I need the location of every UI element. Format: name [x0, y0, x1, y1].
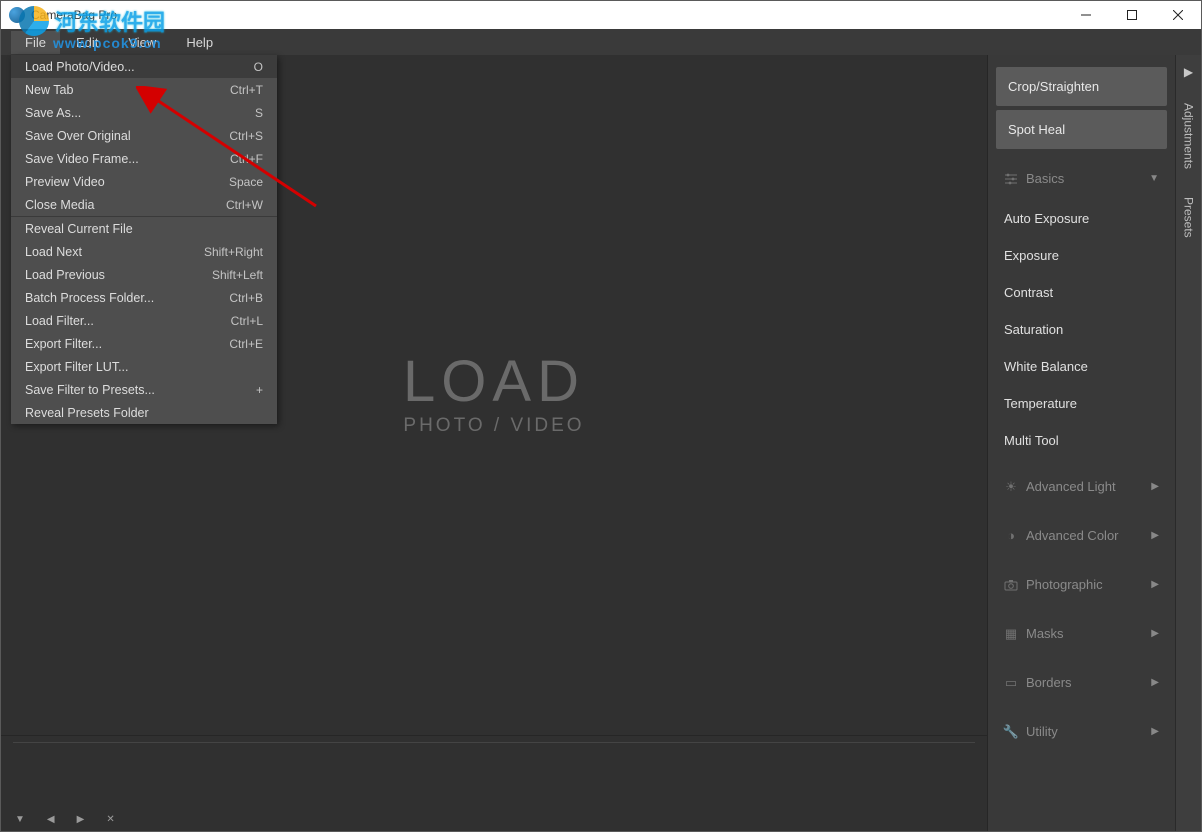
- file-load-filter[interactable]: Load Filter...Ctrl+L: [11, 309, 277, 332]
- file-menu-dropdown: Load Photo/Video...O New TabCtrl+T Save …: [11, 55, 277, 424]
- basics-auto-exposure[interactable]: Auto Exposure: [996, 202, 1167, 235]
- file-save-video-frame[interactable]: Save Video Frame...Ctrl+F: [11, 147, 277, 170]
- group-masks[interactable]: ▦ Masks ▶: [996, 614, 1167, 653]
- chevron-right-icon: ▶: [1151, 677, 1159, 688]
- chevron-down-icon[interactable]: ▼: [15, 814, 25, 825]
- chevron-down-icon: ▼: [1149, 173, 1159, 184]
- window-controls: [1063, 1, 1201, 29]
- bottom-controls: ▼ ◀ ▶ ✕: [1, 807, 987, 831]
- vtab-adjustments[interactable]: Adjustments: [1182, 89, 1196, 183]
- placeholder-small: PHOTO / VIDEO: [403, 415, 585, 437]
- border-icon: ▭: [1004, 676, 1018, 690]
- group-borders[interactable]: ▭ Borders ▶: [996, 663, 1167, 702]
- group-basics[interactable]: Basics ▼: [996, 159, 1167, 198]
- group-photographic[interactable]: Photographic ▶: [996, 565, 1167, 604]
- group-basics-label: Basics: [1026, 171, 1064, 186]
- file-export-filter-lut[interactable]: Export Filter LUT...: [11, 355, 277, 378]
- crop-straighten-button[interactable]: Crop/Straighten: [996, 67, 1167, 106]
- canvas-placeholder: LOAD PHOTO / VIDEO: [403, 353, 585, 437]
- minimize-button[interactable]: [1063, 1, 1109, 29]
- bottom-strip: ▼ ◀ ▶ ✕: [1, 735, 987, 831]
- filmstrip-area[interactable]: [13, 742, 975, 807]
- chevron-right-icon: ▶: [1151, 481, 1159, 492]
- file-export-filter[interactable]: Export Filter...Ctrl+E: [11, 332, 277, 355]
- chevron-right-icon[interactable]: ▶: [77, 814, 85, 825]
- chevron-right-icon: ▶: [1151, 530, 1159, 541]
- basics-white-balance[interactable]: White Balance: [996, 350, 1167, 383]
- group-utility[interactable]: 🔧 Utility ▶: [996, 712, 1167, 751]
- menu-edit[interactable]: Edit: [62, 31, 112, 54]
- maximize-button[interactable]: [1109, 1, 1155, 29]
- vertical-tabs: ▶ Adjustments Presets: [1175, 55, 1201, 831]
- file-close-media[interactable]: Close MediaCtrl+W: [11, 193, 277, 216]
- group-advanced-color[interactable]: ◑ Advanced Color ▶: [996, 516, 1167, 555]
- camera-icon: [1004, 578, 1018, 592]
- group-photographic-label: Photographic: [1026, 577, 1103, 592]
- group-borders-label: Borders: [1026, 675, 1072, 690]
- file-save-as[interactable]: Save As...S: [11, 101, 277, 124]
- spot-heal-button[interactable]: Spot Heal: [996, 110, 1167, 149]
- basics-contrast[interactable]: Contrast: [996, 276, 1167, 309]
- basics-exposure[interactable]: Exposure: [996, 239, 1167, 272]
- file-save-over-original[interactable]: Save Over OriginalCtrl+S: [11, 124, 277, 147]
- window-title: CameraBag Pro: [31, 8, 117, 22]
- basics-multi-tool[interactable]: Multi Tool: [996, 424, 1167, 457]
- menu-view[interactable]: View: [114, 31, 170, 54]
- close-button[interactable]: [1155, 1, 1201, 29]
- file-load-previous[interactable]: Load PreviousShift+Left: [11, 263, 277, 286]
- chevron-right-icon: ▶: [1151, 726, 1159, 737]
- placeholder-big: LOAD: [403, 353, 585, 411]
- chevron-left-icon[interactable]: ◀: [47, 814, 55, 825]
- grid-icon: ▦: [1004, 627, 1018, 641]
- basics-saturation[interactable]: Saturation: [996, 313, 1167, 346]
- file-batch-process[interactable]: Batch Process Folder...Ctrl+B: [11, 286, 277, 309]
- menu-help[interactable]: Help: [172, 31, 227, 54]
- file-save-filter-presets[interactable]: Save Filter to Presets...+: [11, 378, 277, 401]
- file-load-next[interactable]: Load NextShift+Right: [11, 240, 277, 263]
- file-load-photo-video[interactable]: Load Photo/Video...O: [11, 55, 277, 78]
- wrench-icon: 🔧: [1004, 725, 1018, 739]
- titlebar: CameraBag Pro: [1, 1, 1201, 29]
- collapse-arrow-icon[interactable]: ▶: [1184, 55, 1193, 89]
- file-new-tab[interactable]: New TabCtrl+T: [11, 78, 277, 101]
- group-masks-label: Masks: [1026, 626, 1064, 641]
- chevron-right-icon: ▶: [1151, 579, 1159, 590]
- file-preview-video[interactable]: Preview VideoSpace: [11, 170, 277, 193]
- menubar: File Edit View Help: [1, 29, 1201, 55]
- file-reveal-current[interactable]: Reveal Current File: [11, 217, 277, 240]
- side-panel: Crop/Straighten Spot Heal Basics ▼ Auto …: [987, 55, 1175, 831]
- app-icon: [9, 7, 25, 23]
- group-advanced-light[interactable]: ☀ Advanced Light ▶: [996, 467, 1167, 506]
- chevron-right-icon: ▶: [1151, 628, 1159, 639]
- sliders-icon: [1004, 172, 1018, 186]
- menu-file[interactable]: File: [11, 31, 60, 54]
- app-window: CameraBag Pro File Edit View Help LOAD P…: [0, 0, 1202, 832]
- basics-temperature[interactable]: Temperature: [996, 387, 1167, 420]
- palette-icon: ◑: [1004, 529, 1018, 543]
- file-reveal-presets-folder[interactable]: Reveal Presets Folder: [11, 401, 277, 424]
- vtab-presets[interactable]: Presets: [1182, 183, 1196, 252]
- group-utility-label: Utility: [1026, 724, 1058, 739]
- close-icon[interactable]: ✕: [106, 814, 114, 825]
- group-advanced-color-label: Advanced Color: [1026, 528, 1119, 543]
- sun-icon: ☀: [1004, 480, 1018, 494]
- group-advanced-light-label: Advanced Light: [1026, 479, 1116, 494]
